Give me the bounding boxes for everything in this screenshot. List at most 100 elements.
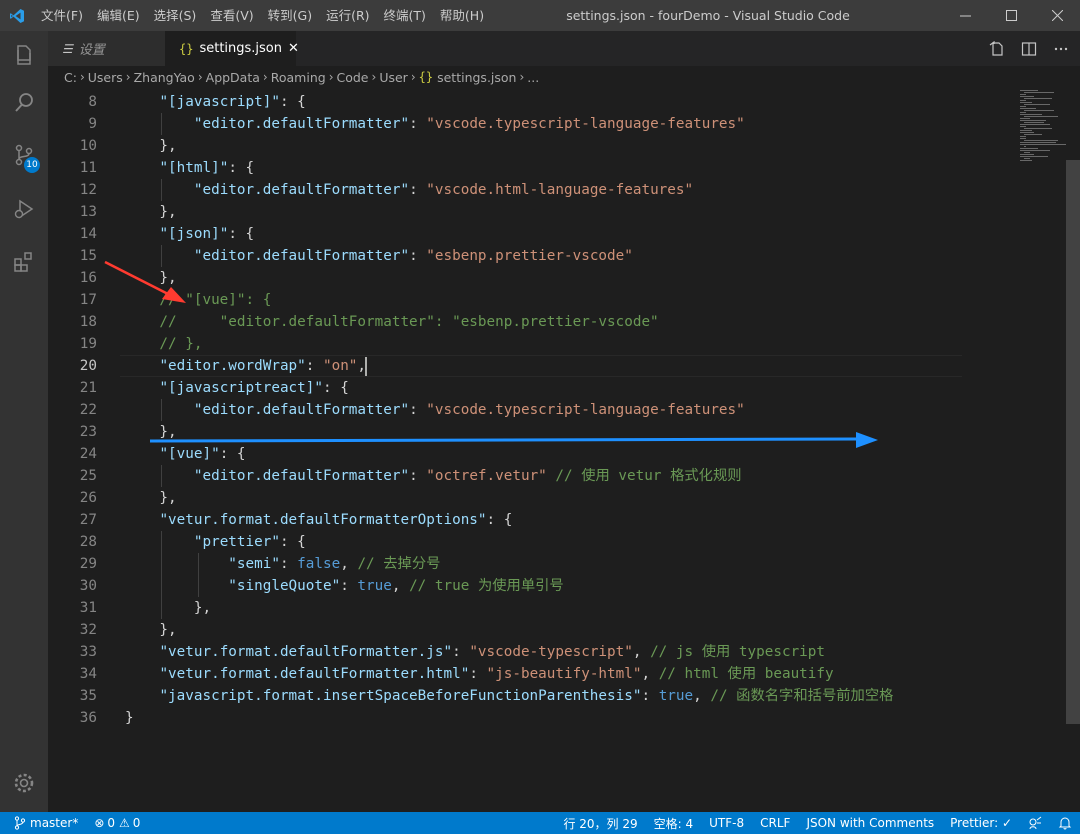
breadcrumb-item[interactable]: Roaming xyxy=(271,70,326,85)
chevron-right-icon: › xyxy=(519,70,525,84)
code-line[interactable]: 28 "prettier": { xyxy=(48,531,962,553)
code-token: "prettier" xyxy=(193,534,280,550)
code-line[interactable]: 16 }, xyxy=(48,267,962,289)
tab-settings-ui[interactable]: ☰ 设置 xyxy=(48,31,165,66)
more-actions-button[interactable] xyxy=(1050,38,1072,60)
code-line[interactable]: 25 "editor.defaultFormatter": "octref.ve… xyxy=(48,465,962,487)
breadcrumb-item[interactable]: AppData xyxy=(206,70,260,85)
line-number: 24 xyxy=(79,446,97,462)
code-line[interactable]: 22 "editor.defaultFormatter": "vscode.ty… xyxy=(48,399,962,421)
code-line[interactable]: 29 "semi": false, // 去掉分号 xyxy=(48,553,962,575)
code-token: // "[vue]": { xyxy=(125,292,272,308)
explorer-button[interactable] xyxy=(0,31,48,79)
code-line[interactable]: 30 "singleQuote": true, // true 为使用单引号 xyxy=(48,575,962,597)
tab-settings-json[interactable]: {} settings.json ✕ xyxy=(165,31,299,66)
extensions-button[interactable] xyxy=(0,238,48,286)
language-mode[interactable]: JSON with Comments xyxy=(798,812,942,834)
code-line[interactable]: 24 "[vue]": { xyxy=(48,443,962,465)
code-line[interactable]: 9 "editor.defaultFormatter": "vscode.typ… xyxy=(48,113,962,135)
code-line[interactable]: 13 }, xyxy=(48,201,962,223)
code-line[interactable]: 34 "vetur.format.defaultFormatter.html":… xyxy=(48,663,962,685)
prettier-status[interactable]: Prettier: ✓ xyxy=(942,812,1020,834)
code-line[interactable]: 17 // "[vue]": { xyxy=(48,289,962,311)
code-line[interactable]: 21 "[javascriptreact]": { xyxy=(48,377,962,399)
split-editor-button[interactable] xyxy=(1018,38,1040,60)
ellipsis-icon xyxy=(1054,47,1068,50)
menu-item[interactable]: 文件(F) xyxy=(34,0,90,31)
menu-item[interactable]: 终端(T) xyxy=(377,0,433,31)
line-text: // "[vue]": { xyxy=(125,289,271,311)
code-token: "editor.defaultFormatter" xyxy=(193,182,410,198)
code-token: }, xyxy=(125,204,177,220)
problems-status[interactable]: ⊗ 0 ⚠ 0 xyxy=(86,812,148,834)
minimap-line xyxy=(1020,112,1026,113)
breadcrumb-item[interactable]: Users xyxy=(88,70,123,85)
close-window-button[interactable] xyxy=(1034,0,1080,31)
code-line[interactable]: 11 "[html]": { xyxy=(48,157,962,179)
code-line[interactable]: 31 }, xyxy=(48,597,962,619)
breadcrumb-item[interactable]: C: xyxy=(64,70,77,85)
code-line[interactable]: 14 "[json]": { xyxy=(48,223,962,245)
vertical-scrollbar[interactable] xyxy=(1066,160,1080,812)
scrollbar-thumb[interactable] xyxy=(1066,160,1080,724)
code-token: "js-beautify-html" xyxy=(486,666,642,682)
source-control-button[interactable]: 10 xyxy=(0,131,48,179)
code-line[interactable]: 10 }, xyxy=(48,135,962,157)
code-line[interactable]: 36} xyxy=(48,707,962,729)
code-line[interactable]: 27 "vetur.format.defaultFormatterOptions… xyxy=(48,509,962,531)
code-line[interactable]: 26 }, xyxy=(48,487,962,509)
line-number: 12 xyxy=(79,182,97,198)
breadcrumb-symbol[interactable]: ... xyxy=(527,70,539,85)
breadcrumb-item[interactable]: Code xyxy=(337,70,369,85)
code-token: : xyxy=(305,358,323,374)
code-line[interactable]: 19 // }, xyxy=(48,333,962,355)
files-icon xyxy=(17,45,31,65)
tab-label: 设置 xyxy=(78,43,105,58)
minimize-button[interactable] xyxy=(942,0,988,31)
code-line[interactable]: 32 }, xyxy=(48,619,962,641)
line-text: // }, xyxy=(125,333,202,355)
notifications-button[interactable] xyxy=(1050,812,1080,834)
open-settings-ui-button[interactable] xyxy=(986,38,1008,60)
run-debug-button[interactable] xyxy=(0,185,48,233)
code-line[interactable]: 35 "javascript.format.insertSpaceBeforeF… xyxy=(48,685,962,707)
code-editor[interactable]: 8 "[javascript]": {9 "editor.defaultForm… xyxy=(48,88,1080,812)
line-text: "[json]": { xyxy=(125,223,254,245)
code-line[interactable]: 18 // "editor.defaultFormatter": "esbenp… xyxy=(48,311,962,333)
breadcrumb-file[interactable]: settings.json xyxy=(437,70,516,85)
code-token: : { xyxy=(279,534,306,550)
cursor-position[interactable]: 行 20，列 29 xyxy=(555,812,645,834)
menu-item[interactable]: 选择(S) xyxy=(147,0,204,31)
line-text: }, xyxy=(125,619,176,641)
encoding-status[interactable]: UTF-8 xyxy=(701,812,752,834)
code-token: , xyxy=(641,666,659,682)
breadcrumb-item[interactable]: ZhangYao xyxy=(134,70,195,85)
menu-item[interactable]: 转到(G) xyxy=(261,0,319,31)
split-editor-icon xyxy=(1021,41,1037,56)
code-line[interactable]: 23 }, xyxy=(48,421,962,443)
minimap[interactable] xyxy=(966,88,1066,812)
menu-item[interactable]: 运行(R) xyxy=(319,0,376,31)
feedback-button[interactable] xyxy=(1020,812,1050,834)
code-token: : xyxy=(469,666,487,682)
manage-settings-button[interactable] xyxy=(0,759,48,807)
maximize-button[interactable] xyxy=(988,0,1034,31)
code-line[interactable]: 33 "vetur.format.defaultFormatter.js": "… xyxy=(48,641,962,663)
eol-status[interactable]: CRLF xyxy=(752,812,798,834)
code-line[interactable]: 15 "editor.defaultFormatter": "esbenp.pr… xyxy=(48,245,962,267)
menu-item[interactable]: 编辑(E) xyxy=(90,0,147,31)
code-token: , xyxy=(693,688,711,704)
code-line[interactable]: 12 "editor.defaultFormatter": "vscode.ht… xyxy=(48,179,962,201)
menu-item[interactable]: 查看(V) xyxy=(203,0,260,31)
close-tab-icon[interactable]: ✕ xyxy=(288,41,299,56)
breadcrumb-item[interactable]: User xyxy=(379,70,408,85)
code-line[interactable]: 8 "[javascript]": { xyxy=(48,91,962,113)
code-token: : { xyxy=(219,446,246,462)
code-token: // html 使用 beautify xyxy=(658,666,834,682)
menu-item[interactable]: 帮助(H) xyxy=(433,0,491,31)
code-line[interactable]: 20 "editor.wordWrap": "on", xyxy=(48,355,962,377)
indentation-status[interactable]: 空格: 4 xyxy=(646,812,702,834)
branch-status[interactable]: master* xyxy=(10,812,86,834)
search-view-button[interactable] xyxy=(0,79,48,127)
